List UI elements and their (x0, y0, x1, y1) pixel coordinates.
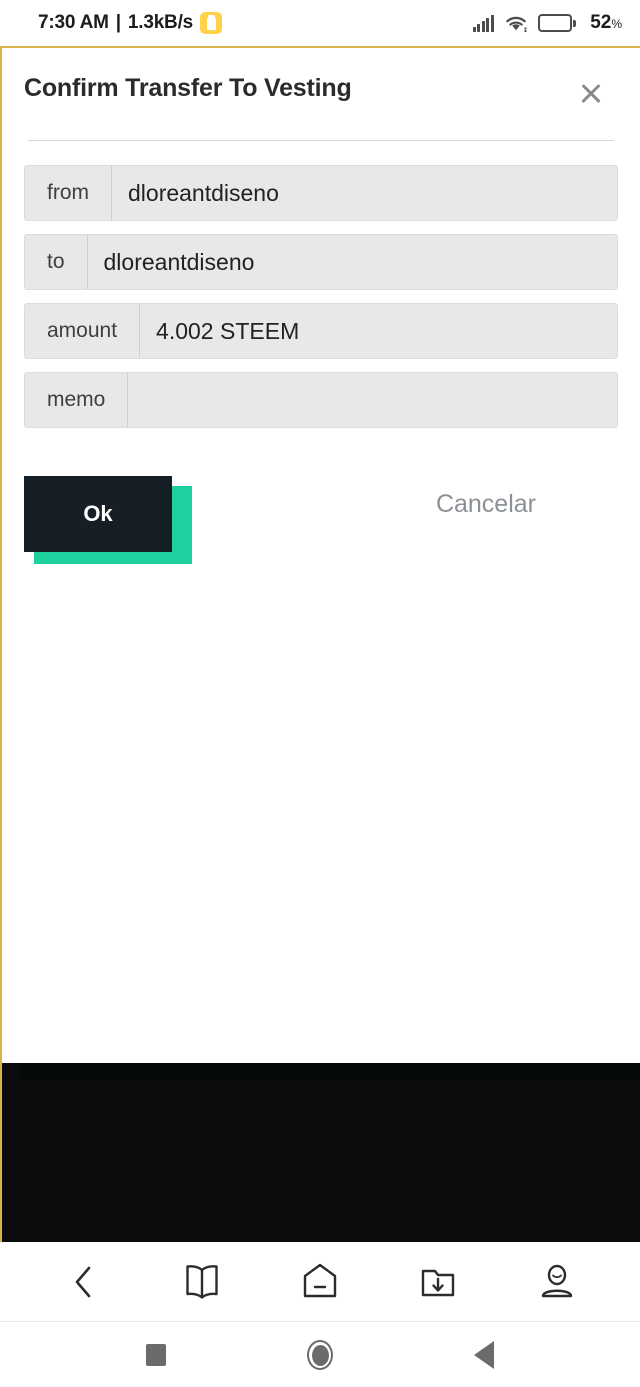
field-label-amount: amount (25, 304, 141, 358)
modal-scrim (2, 1063, 640, 1242)
page-title: Confirm Transfer To Vesting (24, 74, 352, 102)
transfer-fields: from dloreantdiseno to dloreantdiseno am… (24, 141, 618, 428)
network-speed: 1.3kB/s (127, 12, 194, 33)
browser-viewport: Confirm Transfer To Vesting from dlorean… (0, 46, 640, 1242)
phone-screen: 7:30 AM | 1.3kB/s 52% Confirm Transfer T… (0, 0, 640, 1387)
cancel-button[interactable]: Cancelar (436, 490, 536, 519)
status-separator: | (115, 12, 121, 33)
book-icon[interactable] (172, 1252, 232, 1312)
field-value-to[interactable]: dloreantdiseno (87, 235, 617, 289)
status-bar: 7:30 AM | 1.3kB/s 52% (0, 0, 640, 46)
browser-toolbar (0, 1242, 640, 1322)
field-value-from[interactable]: dloreantdiseno (112, 166, 617, 220)
folder-download-icon[interactable] (408, 1252, 468, 1312)
dimmed-background-page: TRANSFER TO VESTING STEEM DOLLARS Tradea… (2, 1063, 640, 1242)
field-value-memo[interactable] (128, 373, 617, 427)
field-value-amount[interactable]: 4.002 STEEM (140, 304, 617, 358)
square-icon[interactable] (129, 1328, 183, 1382)
field-label-memo: memo (25, 373, 129, 427)
battery-icon (537, 14, 577, 32)
ok-button[interactable]: Ok (24, 476, 172, 552)
person-icon[interactable] (527, 1252, 587, 1312)
ok-button-wrapper: Ok (24, 476, 192, 564)
chevron-left-icon[interactable] (53, 1252, 113, 1312)
circle-icon[interactable] (293, 1328, 347, 1382)
system-navigation-bar (0, 1323, 640, 1387)
wifi-icon (504, 14, 528, 33)
cellular-signal-icon (472, 14, 494, 32)
field-row-from: from dloreantdiseno (24, 165, 618, 221)
field-row-memo: memo (24, 372, 618, 428)
status-bar-left: 7:30 AM | 1.3kB/s (38, 12, 223, 34)
home-icon[interactable] (290, 1252, 350, 1312)
triangle-back-icon[interactable] (457, 1328, 511, 1382)
status-bar-right: 52% (472, 12, 622, 34)
field-label-to: to (25, 235, 88, 289)
status-time: 7:30 AM (38, 12, 109, 33)
confirm-transfer-dialog: Confirm Transfer To Vesting from dlorean… (2, 48, 640, 576)
field-row-amount: amount 4.002 STEEM (24, 303, 618, 359)
field-label-from: from (25, 166, 112, 220)
battery-percent-label: 52% (590, 12, 622, 33)
field-row-to: to dloreantdiseno (24, 234, 618, 290)
dialog-actions: Ok Cancelar (24, 476, 618, 576)
dialog-header: Confirm Transfer To Vesting (24, 48, 618, 110)
battery-saver-icon (200, 12, 223, 34)
close-icon[interactable] (574, 76, 608, 110)
